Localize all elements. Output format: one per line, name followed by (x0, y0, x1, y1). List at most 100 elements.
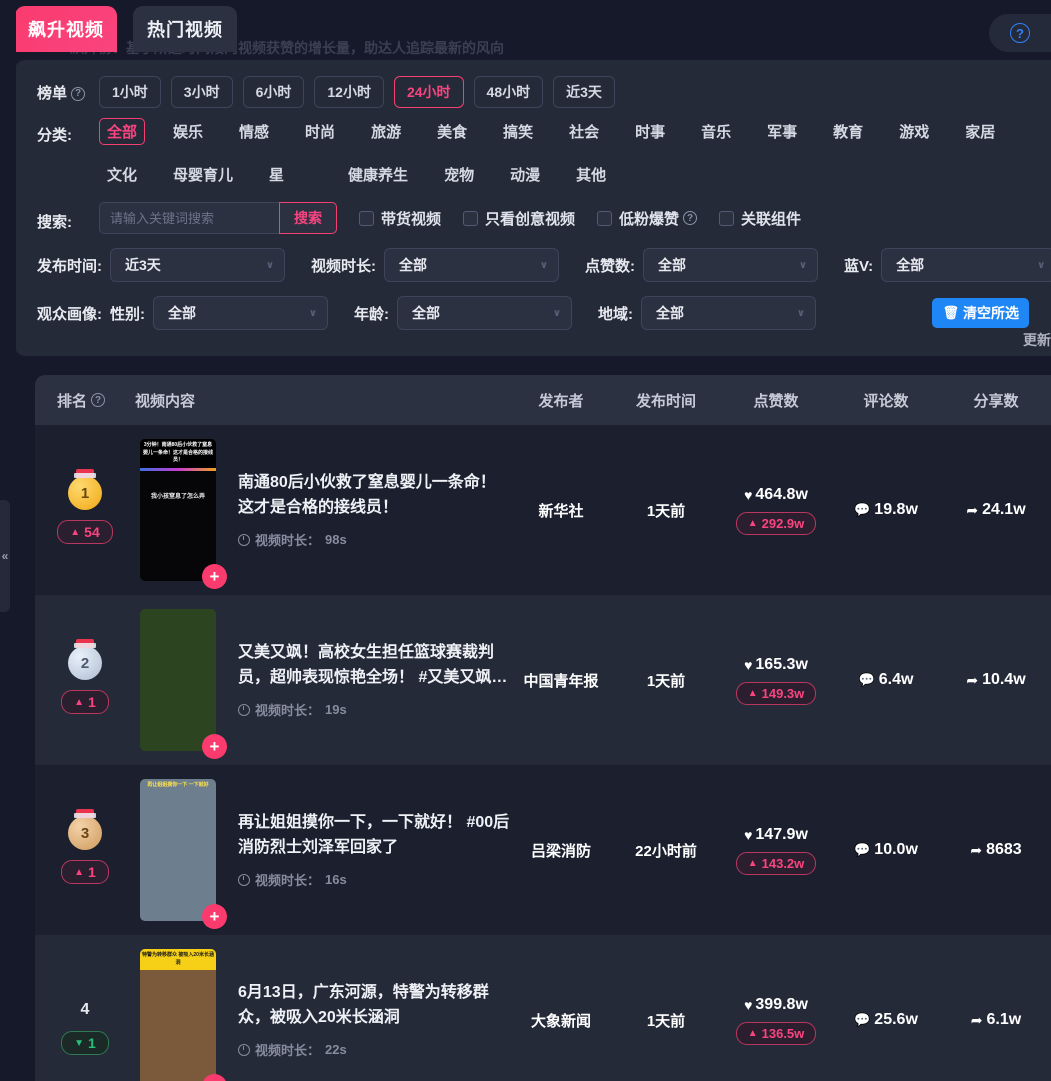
category-item-20[interactable]: 其他 (568, 161, 614, 188)
publisher-cell[interactable]: 中国青年报 (511, 670, 611, 691)
category-list: 全部 娱乐 情感 时尚 旅游 美食 搞笑 社会 时事 音乐 军事 教育 游戏 家居文化 母婴育儿星 健康养生宠… (99, 118, 1029, 188)
comments-value: 10.0w (874, 841, 918, 858)
video-thumbnail-wrap[interactable]: 再让姐姐摸你一下 一下就好 + (140, 779, 227, 929)
comment-icon: 💬 (858, 672, 875, 687)
ranking-help-icon[interactable]: ? (71, 86, 86, 101)
range-chip-5[interactable]: 48小时 (473, 76, 544, 108)
video-thumbnail[interactable]: 再让姐姐摸你一下 一下就好 (140, 779, 216, 921)
video-title[interactable]: 南通80后小伙救了窒息婴儿一条命！这才是合格的接线员！ (238, 471, 511, 521)
select-audience-value-0: 全部 (168, 305, 196, 321)
video-title[interactable]: 又美又飒！高校女生担任篮球赛裁判员，超帅表现惊艳全场！ #又美又飒 #... (238, 641, 511, 691)
select-audience-0[interactable]: 全部 ∨ (153, 296, 328, 330)
shares-value: 10.4w (982, 671, 1026, 688)
table-row[interactable]: 3 ▲ 1 再让姐姐摸你一下 一下就好 + 再让姐姐摸你一下，一下就好！ #00后消防烈士… (35, 765, 1051, 935)
publisher-cell[interactable]: 新华社 (511, 500, 611, 521)
category-item-17[interactable]: 健康养生 (340, 161, 416, 188)
category-item-14[interactable]: 文化 (99, 161, 145, 188)
video-thumbnail[interactable] (140, 609, 216, 751)
category-item-15[interactable]: 母婴育儿 (165, 161, 241, 188)
category-item-18[interactable]: 宠物 (436, 161, 482, 188)
select-primary-label-0: 发布时间: (37, 257, 102, 275)
table-row[interactable]: 4 ▼1 特警为转移群众 被吸入20米长涵洞+6月13日，广东河源，特警为转移群众，… (35, 935, 1051, 1081)
header-comments[interactable]: 评论数 (831, 390, 941, 411)
checkbox-0[interactable]: 带货视频 (359, 208, 441, 229)
add-to-collection-button[interactable]: + (202, 564, 227, 589)
category-item-2[interactable]: 情感 (231, 118, 277, 145)
range-chip-1[interactable]: 3小时 (170, 76, 233, 108)
publisher-cell[interactable]: 吕梁消防 (511, 840, 611, 861)
category-item-12[interactable]: 游戏 (891, 118, 937, 145)
search-input[interactable] (99, 202, 279, 234)
category-item-10[interactable]: 军事 (759, 118, 805, 145)
likes-cell: ♥ 165.3w ▲ 149.3w (721, 656, 831, 705)
video-title[interactable]: 再让姐姐摸你一下，一下就好！ #00后消防烈士刘泽军回家了 (238, 811, 511, 861)
category-item-8[interactable]: 时事 (627, 118, 673, 145)
table-header: 排名 ? 视频内容 发布者 发布时间 点赞数 评论数 分享数 (35, 375, 1051, 425)
checkbox-2[interactable]: 低粉爆赞? (597, 208, 698, 229)
select-primary-0[interactable]: 近3天 ∨ (110, 248, 285, 282)
range-chip-6[interactable]: 近3天 (553, 76, 615, 108)
question-mark-icon[interactable]: ? (1010, 23, 1030, 43)
chevron-down-icon: ∨ (796, 307, 805, 319)
video-title[interactable]: 6月13日，广东河源，特警为转移群众，被吸入20米长涵洞 (238, 981, 511, 1031)
add-to-collection-button[interactable]: + (202, 904, 227, 929)
category-item-16[interactable]: 星 (261, 161, 292, 188)
table-body: 1 ▲ 54 3分钟！南通80后小伙救了窒息婴儿一条命！这才是合格的接线员！ 我小孩窒息… (35, 425, 1051, 1081)
checkbox-label-3: 关联组件 (741, 210, 802, 228)
range-chip-4[interactable]: 24小时 (393, 76, 464, 108)
select-audience-1[interactable]: 全部 ∨ (397, 296, 572, 330)
checkbox-3[interactable]: 关联组件 (719, 208, 801, 229)
category-item-1[interactable]: 娱乐 (165, 118, 211, 145)
select-primary-3[interactable]: 全部 ∨ (881, 248, 1051, 282)
search-button[interactable]: 搜索 (279, 202, 337, 234)
category-item-19[interactable]: 动漫 (502, 161, 548, 188)
video-thumbnail[interactable]: 特警为转移群众 被吸入20米长涵洞 (140, 949, 216, 1081)
checkbox-box-2[interactable] (597, 210, 613, 226)
category-item-5[interactable]: 美食 (429, 118, 475, 145)
video-duration-label: 视频时长： (255, 873, 321, 889)
category-item-13[interactable]: 家居 (957, 118, 1003, 145)
checkbox-1[interactable]: 只看创意视频 (463, 208, 575, 229)
video-thumbnail[interactable]: 3分钟！南通80后小伙救了窒息婴儿一条命！这才是合格的接线员！ 我小孩窒息了怎么弄 (140, 439, 216, 581)
video-thumbnail-wrap[interactable]: + (140, 609, 227, 759)
category-item-11[interactable]: 教育 (825, 118, 871, 145)
checkbox-box-1[interactable] (463, 210, 479, 226)
category-item-0[interactable]: 全部 (99, 118, 146, 145)
tab-rising-videos[interactable]: 飙升视频 (15, 6, 117, 52)
select-primary-2[interactable]: 全部 ∨ (643, 248, 818, 282)
checkbox-label-1: 只看创意视频 (485, 210, 576, 228)
video-thumbnail-wrap[interactable]: 3分钟！南通80后小伙救了窒息婴儿一条命！这才是合格的接线员！ 我小孩窒息了怎么弄… (140, 439, 227, 589)
medal-gold-icon: 1 (68, 469, 102, 510)
share-icon: ➦ (970, 841, 983, 858)
checkbox-help-icon-2[interactable]: ? (683, 211, 698, 225)
category-item-7[interactable]: 社会 (561, 118, 607, 145)
category-item-4[interactable]: 旅游 (363, 118, 409, 145)
add-to-collection-button[interactable]: + (202, 734, 227, 759)
ranking-label-text: 榜单 (37, 85, 68, 102)
category-item-9[interactable]: 音乐 (693, 118, 739, 145)
rank-help-icon[interactable]: ? (91, 393, 106, 407)
table-row[interactable]: 1 ▲ 54 3分钟！南通80后小伙救了窒息婴儿一条命！这才是合格的接线员！ 我小孩窒息… (35, 425, 1051, 595)
select-primary-group-0: 发布时间: 近3天 ∨ (37, 248, 285, 282)
sidebar-collapse-handle[interactable]: « (0, 500, 10, 612)
range-chip-3[interactable]: 12小时 (314, 76, 384, 108)
help-pill[interactable]: ? (989, 14, 1051, 52)
video-thumbnail-wrap[interactable]: 特警为转移群众 被吸入20米长涵洞+ (140, 949, 227, 1081)
category-item-3[interactable]: 时尚 (297, 118, 343, 145)
header-shares[interactable]: 分享数 (941, 390, 1051, 411)
range-chip-0[interactable]: 1小时 (99, 76, 161, 108)
publisher-cell[interactable]: 大象新闻 (511, 1010, 611, 1031)
header-likes[interactable]: 点赞数 (721, 390, 831, 411)
range-chip-2[interactable]: 6小时 (242, 76, 305, 108)
checkbox-box-3[interactable] (719, 210, 735, 226)
clear-filters-button[interactable]: 🗑 清空所选 (932, 298, 1029, 328)
comment-icon: 💬 (854, 842, 871, 857)
tab-hot-videos[interactable]: 热门视频 (133, 6, 237, 52)
select-audience-2[interactable]: 全部 ∨ (641, 296, 816, 330)
likes-growth-badge: ▲ 149.3w (735, 681, 817, 705)
checkbox-box-0[interactable] (359, 210, 374, 226)
table-row[interactable]: 2▲1+又美又飒！高校女生担任篮球赛裁判员，超帅表现惊艳全场！ #又美又飒 #.… (35, 595, 1051, 765)
category-item-6[interactable]: 搞笑 (495, 118, 541, 145)
likes-cell: ♥ 464.8w ▲ 292.9w (721, 486, 831, 535)
select-primary-1[interactable]: 全部 ∨ (384, 248, 559, 282)
